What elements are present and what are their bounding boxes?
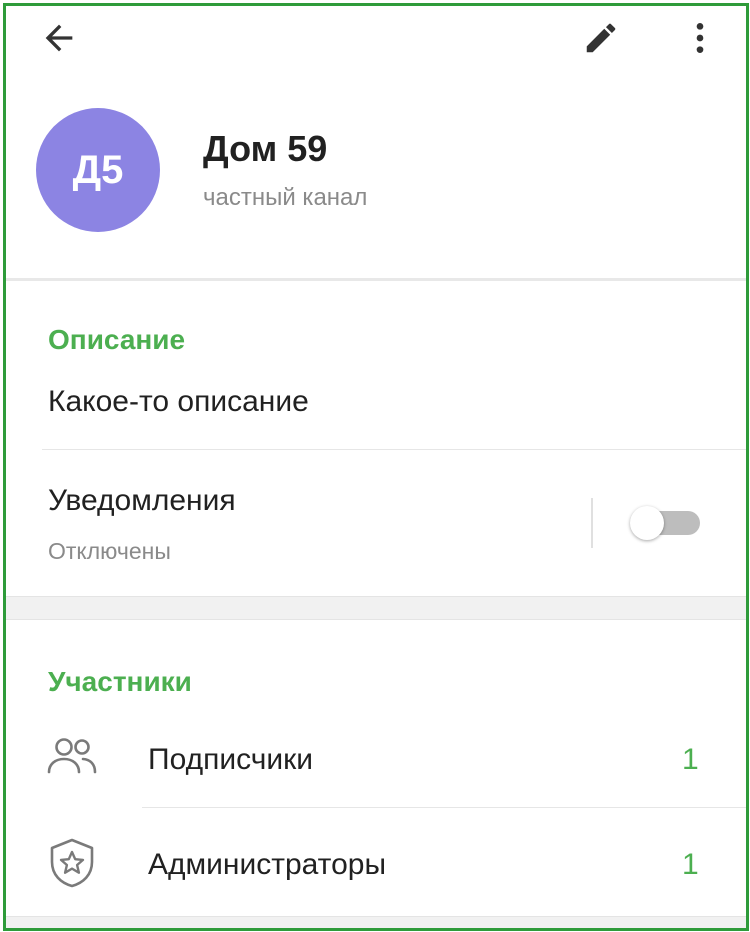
channel-info-screen: Д5 Дом 59 частный канал Описание Какое-т… xyxy=(6,6,746,928)
divider xyxy=(42,449,746,450)
header-divider xyxy=(6,278,746,281)
divider xyxy=(142,807,746,808)
bottom-gap xyxy=(6,916,746,928)
admins-row[interactable]: Администраторы 1 xyxy=(6,809,746,909)
members-section-title: Участники xyxy=(48,666,192,697)
channel-description[interactable]: Какое-то описание xyxy=(48,385,309,419)
vertical-separator xyxy=(591,498,593,548)
pencil-icon xyxy=(586,23,616,53)
channel-title: Дом 59 xyxy=(203,128,328,169)
edit-button[interactable] xyxy=(577,14,625,62)
notifications-label: Уведомления xyxy=(48,484,236,517)
more-vert-icon xyxy=(696,23,704,53)
arrow-back-icon xyxy=(45,24,73,52)
subscribers-label: Подписчики xyxy=(148,743,314,776)
notifications-status: Отключены xyxy=(48,538,171,564)
top-app-bar xyxy=(6,6,746,80)
channel-avatar[interactable]: Д5 xyxy=(36,108,160,232)
admins-count: 1 xyxy=(682,848,699,881)
notifications-toggle[interactable] xyxy=(630,506,700,540)
description-section-title: Описание xyxy=(48,324,186,355)
toggle-thumb xyxy=(630,506,664,540)
people-icon xyxy=(46,730,98,782)
admins-label: Администраторы xyxy=(148,848,387,881)
more-options-button[interactable] xyxy=(676,14,724,62)
channel-type: частный канал xyxy=(203,184,368,211)
subscribers-row[interactable]: Подписчики 1 xyxy=(6,706,746,806)
section-gap xyxy=(6,596,746,620)
subscribers-count: 1 xyxy=(682,743,699,776)
back-button[interactable] xyxy=(35,14,83,62)
shield-star-icon xyxy=(46,837,98,889)
